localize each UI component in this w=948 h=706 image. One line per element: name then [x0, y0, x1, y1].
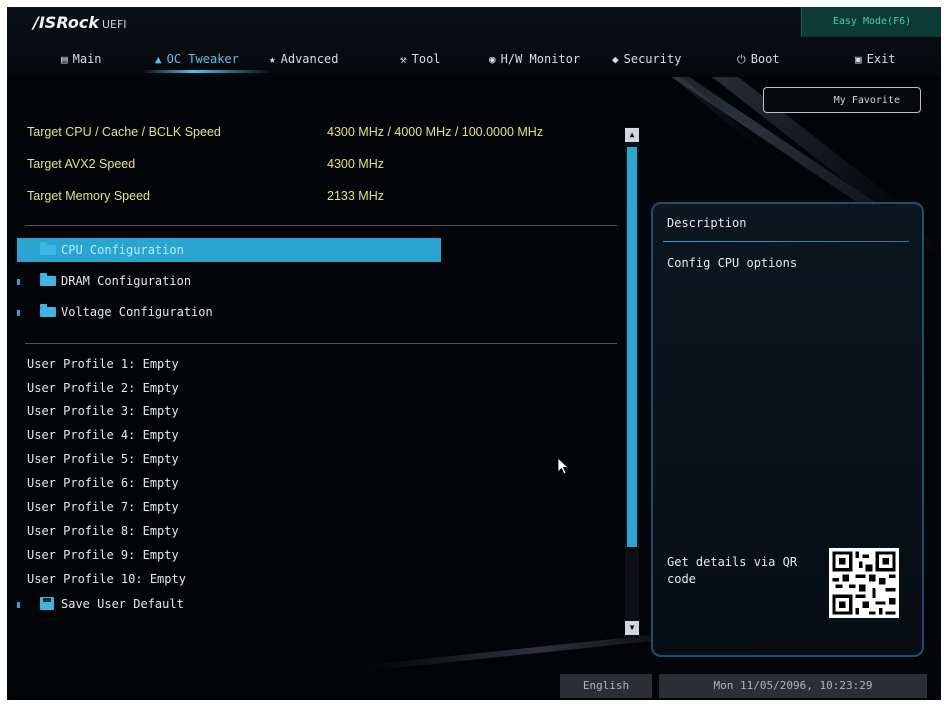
description-panel: Description Config CPU options Get detai… [651, 202, 924, 657]
scroll-down-arrow-icon[interactable]: ▼ [625, 621, 639, 635]
user-profile-item[interactable]: User Profile 5: Empty [27, 448, 179, 470]
tab-oc-tweaker[interactable]: ▲ OC Tweaker [155, 47, 239, 71]
menu-item-voltage-configuration[interactable]: Voltage Configuration [17, 300, 441, 324]
target-avx2-label: Target AVX2 Speed [27, 157, 136, 171]
menu-item-label: Voltage Configuration [61, 305, 213, 319]
brand-logo: /ISRock UEFI [33, 13, 127, 32]
date-time-display: Mon 11/05/2096, 10:23:29 [659, 674, 927, 698]
menu-item-cpu-configuration[interactable]: CPU Configuration [17, 238, 441, 262]
star-icon: ★ [269, 53, 276, 66]
menu-item-label: DRAM Configuration [61, 274, 192, 288]
user-profile-item[interactable]: User Profile 2: Empty [27, 377, 179, 399]
target-avx2-value: 4300 MHz [327, 157, 384, 171]
save-user-default-item[interactable]: Save User Default [17, 592, 441, 616]
description-title: Description [667, 216, 747, 230]
user-profile-item[interactable]: User Profile 8: Empty [27, 520, 179, 542]
top-bar: /ISRock UEFI Easy Mode(F6) ▤ Main ▲ OC Twea… [7, 7, 941, 77]
bios-screen: /ISRock UEFI Easy Mode(F6) ▤ Main ▲ OC Twea… [7, 7, 941, 700]
selection-marker [17, 248, 20, 254]
exit-icon: ▣ [855, 53, 862, 66]
language-selector[interactable]: English [560, 674, 652, 698]
tab-advanced[interactable]: ★ Advanced [269, 47, 338, 71]
user-profile-item[interactable]: User Profile 10: Empty [27, 568, 186, 590]
target-memory-label: Target Memory Speed [27, 189, 150, 203]
active-tab-indicator [142, 70, 272, 73]
user-profile-item[interactable]: User Profile 9: Empty [27, 544, 179, 566]
save-disk-icon [40, 597, 54, 610]
user-profile-item[interactable]: User Profile 6: Empty [27, 472, 179, 494]
folder-icon [40, 304, 56, 317]
item-marker [17, 602, 20, 608]
tab-hw-monitor[interactable]: ◉ H/W Monitor [489, 47, 580, 71]
user-profile-item[interactable]: User Profile 7: Empty [27, 496, 179, 518]
user-profile-item[interactable]: User Profile 3: Empty [27, 400, 179, 422]
target-cpu-value: 4300 MHz / 4000 MHz / 100.0000 MHz [327, 125, 544, 139]
qr-caption: Get details via QR code [667, 555, 798, 586]
divider [25, 225, 617, 226]
tools-icon: ⚒ [400, 53, 407, 66]
tab-main[interactable]: ▤ Main [61, 47, 102, 71]
folder-icon [40, 242, 56, 255]
item-marker [17, 310, 20, 316]
tab-security[interactable]: ◆ Security [612, 47, 681, 71]
tab-boot[interactable]: ⏻ Boot [737, 47, 780, 71]
tab-exit[interactable]: ▣ Exit [855, 47, 896, 71]
user-profile-item[interactable]: User Profile 4: Empty [27, 424, 179, 446]
tab-tool[interactable]: ⚒ Tool [400, 47, 441, 71]
rocket-icon: ▲ [155, 53, 162, 66]
description-divider [663, 241, 909, 242]
monitor-icon: ◉ [489, 53, 496, 66]
target-memory-value: 2133 MHz [327, 189, 384, 203]
list-icon: ▤ [61, 53, 68, 66]
power-icon: ⏻ [737, 53, 746, 66]
qr-code-icon [829, 548, 899, 618]
mouse-cursor-icon [557, 457, 570, 479]
menu-item-label: CPU Configuration [61, 243, 184, 257]
menu-item-dram-configuration[interactable]: DRAM Configuration [17, 269, 441, 293]
shield-icon: ◆ [612, 53, 619, 66]
scrollbar-thumb[interactable] [627, 147, 637, 547]
user-profile-item[interactable]: User Profile 1: Empty [27, 353, 179, 375]
description-text: Config CPU options [667, 256, 798, 270]
target-cpu-label: Target CPU / Cache / BCLK Speed [27, 125, 221, 139]
divider [25, 343, 617, 344]
save-user-default-label: Save User Default [61, 597, 184, 611]
scroll-up-arrow-icon[interactable]: ▲ [625, 128, 639, 142]
item-marker [17, 279, 20, 285]
easy-mode-button[interactable]: Easy Mode(F6) [801, 7, 941, 37]
folder-icon [40, 273, 56, 286]
my-favorite-button[interactable]: My Favorite [763, 87, 921, 113]
